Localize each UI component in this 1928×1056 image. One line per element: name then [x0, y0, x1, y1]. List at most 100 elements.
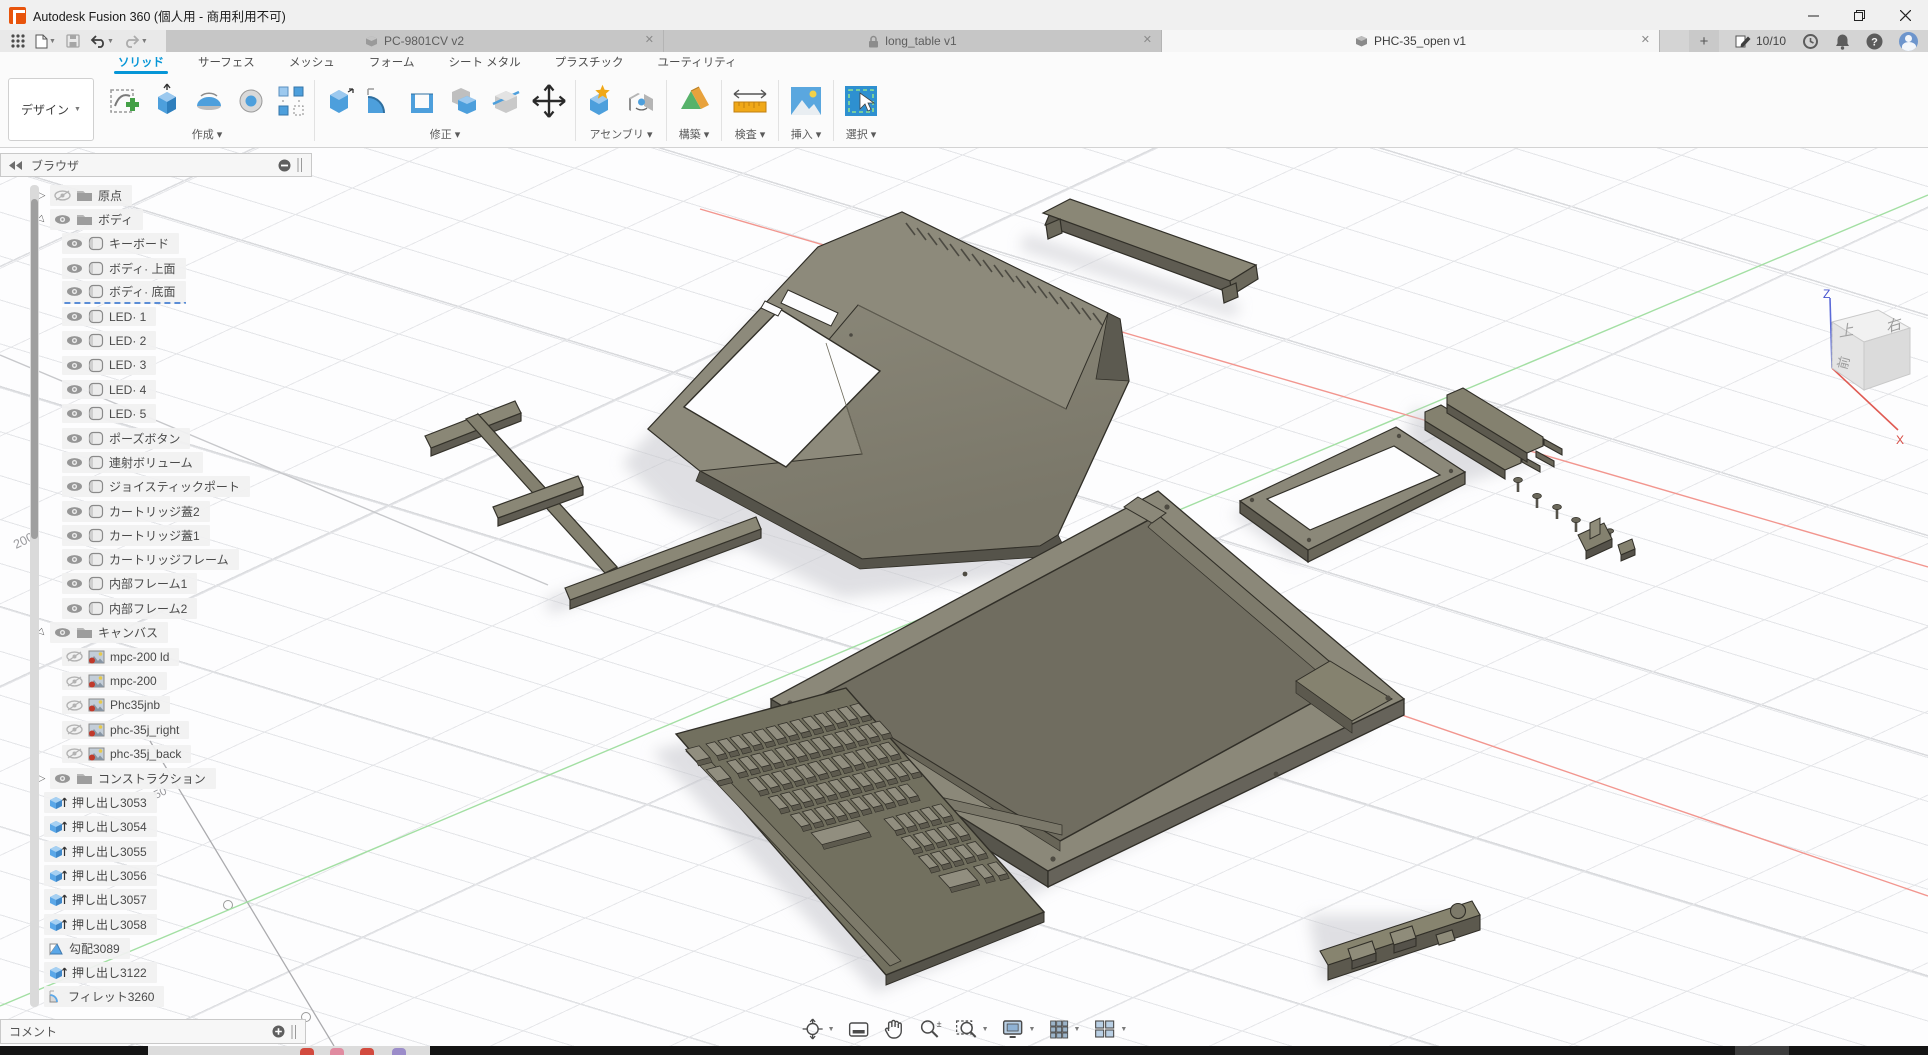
collapse-panel-icon[interactable]	[9, 161, 23, 170]
zoom-icon[interactable]: ±	[918, 1018, 942, 1040]
notifications-bell-icon[interactable]	[1835, 33, 1850, 50]
scrollbar-thumb[interactable]	[31, 199, 38, 539]
tab-close-icon[interactable]: ✕	[1143, 33, 1152, 46]
browser-row[interactable]: LED· 2	[0, 329, 312, 353]
close-button[interactable]	[1882, 0, 1928, 30]
save-icon[interactable]	[63, 31, 83, 51]
tab-close-icon[interactable]: ✕	[645, 33, 654, 46]
browser-row-pill[interactable]: 内部フレーム2	[62, 598, 197, 619]
browser-row[interactable]: 押し出し3057	[0, 888, 312, 912]
browser-row[interactable]: 勾配3089	[0, 936, 312, 960]
browser-row-pill[interactable]: 押し出し3054	[44, 816, 157, 837]
browser-row[interactable]: ジョイスティックポート	[0, 475, 312, 499]
add-comment-icon[interactable]	[272, 1025, 285, 1038]
group-label-insert[interactable]: 挿入 ▾	[791, 124, 822, 145]
tab-close-icon[interactable]: ✕	[1641, 33, 1650, 46]
browser-row-pill[interactable]: Phc35jnb	[62, 696, 170, 714]
viewports-icon[interactable]: ▼	[1093, 1018, 1127, 1040]
browser-row[interactable]: 押し出し3054	[0, 815, 312, 839]
look-at-icon[interactable]	[848, 1019, 870, 1039]
browser-row-pill[interactable]: 押し出し3053	[44, 792, 157, 813]
ribbon-tab-form[interactable]: フォーム	[369, 54, 415, 74]
visibility-on-icon[interactable]	[66, 554, 83, 565]
browser-row-pill[interactable]: LED· 4	[62, 380, 156, 399]
screws-and-small-parts[interactable]	[1514, 477, 1635, 561]
browser-row[interactable]: 内部フレーム2	[0, 596, 312, 620]
browser-row[interactable]: 内部フレーム1	[0, 572, 312, 596]
browser-row[interactable]: カートリッジ蓋1	[0, 523, 312, 547]
visibility-off-icon[interactable]	[66, 748, 83, 759]
browser-row[interactable]: 押し出し3055	[0, 839, 312, 863]
visibility-on-icon[interactable]	[66, 506, 83, 517]
hole-icon[interactable]	[234, 84, 268, 118]
browser-row-pill[interactable]: コンストラクション	[50, 768, 216, 789]
visibility-on-icon[interactable]	[66, 530, 83, 541]
shell-icon[interactable]	[405, 84, 439, 118]
browser-row[interactable]: カートリッジ蓋2	[0, 499, 312, 523]
new-tab-button[interactable]: +	[1689, 30, 1719, 52]
visibility-off-icon[interactable]	[66, 724, 83, 735]
browser-row[interactable]: phc-35j_right	[0, 718, 312, 742]
browser-row[interactable]: カートリッジフレーム	[0, 547, 312, 571]
job-status[interactable]: 10/10	[1735, 34, 1786, 49]
avatar[interactable]	[1899, 32, 1918, 51]
undo-icon[interactable]: ▼	[87, 31, 117, 51]
ribbon-tab-utility[interactable]: ユーティリティ	[657, 54, 736, 74]
group-label-modify[interactable]: 修正 ▾	[430, 124, 461, 145]
browser-row-pill[interactable]: キーボード	[62, 233, 179, 254]
browser-row-pill[interactable]: ボディ· 上面	[62, 258, 186, 279]
visibility-on-icon[interactable]	[66, 360, 83, 371]
visibility-on-icon[interactable]	[66, 286, 83, 297]
measure-icon[interactable]	[730, 84, 770, 118]
browser-row[interactable]: 押し出し3058	[0, 912, 312, 936]
visibility-off-icon[interactable]	[54, 190, 71, 201]
visibility-off-icon[interactable]	[66, 700, 83, 711]
browser-row-pill[interactable]: mpc-200	[62, 672, 167, 690]
construction-plane-icon[interactable]	[675, 83, 713, 119]
browser-row-pill[interactable]: ボディ	[50, 209, 143, 230]
orbit-icon[interactable]: ▼	[801, 1018, 835, 1040]
group-label-create[interactable]: 作成 ▾	[192, 124, 223, 145]
visibility-on-icon[interactable]	[66, 457, 83, 468]
select-icon[interactable]	[842, 83, 880, 119]
visibility-on-icon[interactable]	[66, 335, 83, 346]
browser-row[interactable]: 押し出し3122	[0, 961, 312, 985]
panel-handle-icon[interactable]	[291, 1025, 297, 1039]
document-tab-long-table[interactable]: long_table v1 ✕	[664, 30, 1162, 52]
browser-row[interactable]: ボディ· 上面	[0, 256, 312, 280]
visibility-on-icon[interactable]	[66, 433, 83, 444]
ribbon-tab-mesh[interactable]: メッシュ	[289, 54, 335, 74]
new-component-icon[interactable]	[584, 83, 618, 119]
browser-row[interactable]: ▷ボディ	[0, 207, 312, 231]
visibility-on-icon[interactable]	[66, 238, 83, 249]
minimize-button[interactable]	[1790, 0, 1836, 30]
browser-row[interactable]: ▷キャンバス	[0, 620, 312, 644]
browser-row-pill[interactable]: phc-35j_right	[62, 721, 189, 739]
browser-row-pill[interactable]: ジョイスティックポート	[62, 476, 250, 497]
pan-icon[interactable]	[883, 1018, 905, 1040]
browser-row-pill[interactable]: LED· 5	[62, 404, 156, 423]
split-icon[interactable]	[489, 84, 523, 118]
pattern-icon[interactable]	[276, 84, 306, 118]
fillet-icon[interactable]	[363, 84, 397, 118]
browser-header[interactable]: ブラウザ	[0, 153, 312, 177]
joint-icon[interactable]	[626, 84, 658, 118]
browser-row[interactable]: ▷コンストラクション	[0, 766, 312, 790]
design-workspace-menu[interactable]: デザイン▼	[8, 78, 94, 141]
browser-row-pill[interactable]: カートリッジ蓋2	[62, 501, 210, 522]
browser-row[interactable]: mpc-200 ld	[0, 645, 312, 669]
browser-row-pill[interactable]: ボディ· 底面	[62, 281, 186, 304]
browser-row[interactable]: LED· 3	[0, 353, 312, 377]
panel-handle-icon[interactable]	[297, 158, 303, 172]
comment-bar[interactable]: コメント	[0, 1019, 306, 1044]
browser-row-pill[interactable]: 内部フレーム1	[62, 573, 197, 594]
browser-row-pill[interactable]: 押し出し3056	[44, 865, 157, 886]
visibility-on-icon[interactable]	[54, 773, 71, 784]
browser-row[interactable]: ▷原点	[0, 183, 312, 207]
visibility-on-icon[interactable]	[54, 214, 71, 225]
browser-row-pill[interactable]: LED· 1	[62, 307, 156, 326]
browser-row[interactable]: 押し出し3053	[0, 790, 312, 814]
browser-row-pill[interactable]: 押し出し3057	[44, 889, 157, 910]
ribbon-tab-plastic[interactable]: プラスチック	[555, 54, 624, 74]
browser-row[interactable]: フィレット3260	[0, 985, 312, 1009]
